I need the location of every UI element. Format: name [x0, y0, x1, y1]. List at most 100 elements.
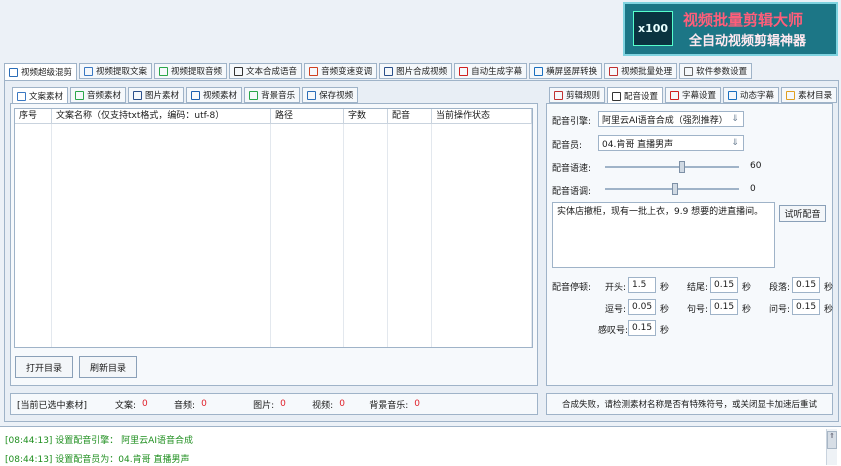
text-box-icon: [728, 90, 738, 100]
main-tab-6[interactable]: 图片合成视频: [379, 63, 453, 79]
music-icon: [249, 90, 259, 100]
pause-input[interactable]: 0.15: [792, 299, 820, 315]
pause-input[interactable]: 1.5: [628, 277, 656, 293]
pause-unit: 秒: [742, 283, 752, 293]
main-tab-label: 视频提取文案: [96, 67, 148, 77]
selected-material-status: [当前已选中素材] 文案: 0 音频: 0 图片: 0 视频: 0 背景音乐: 0: [10, 393, 538, 415]
scroll-up-icon[interactable]: ⇑: [827, 431, 837, 449]
main-tab-10[interactable]: 软件参数设置: [679, 63, 753, 79]
rotate-icon: [534, 66, 544, 76]
log-panel[interactable]: [08:44:13] 设置配音引擎： 阿里云AI语音合成 [08:44:13] …: [0, 426, 841, 466]
pitch-label: 配音语调:: [552, 187, 592, 197]
pause-input[interactable]: 0.05: [628, 299, 656, 315]
pitch-value: 0: [750, 184, 756, 194]
brand-logo: x100: [633, 11, 673, 46]
table-body: [15, 124, 532, 347]
settings-tab-1[interactable]: 剪辑规则: [549, 87, 606, 103]
waveform-icon: [159, 66, 169, 76]
error-message: 合成失败，请检测素材名称是否有特殊符号，或关闭显卡加速后重试: [546, 393, 833, 415]
col-header-index[interactable]: 序号: [15, 109, 52, 123]
pitch-slider-handle[interactable]: [672, 183, 678, 195]
main-tab-label: 视频超级混剪: [21, 68, 73, 78]
main-tab-2[interactable]: 视频提取文案: [79, 63, 153, 79]
pause-label: 结尾:: [686, 283, 708, 293]
material-tab-5[interactable]: 背景音乐: [244, 87, 301, 103]
log-line: [08:44:13] 设置配音引擎： 阿里云AI语音合成: [5, 436, 193, 446]
refresh-directory-button[interactable]: 刷新目录: [79, 356, 137, 378]
pause-input[interactable]: 0.15: [792, 277, 820, 293]
material-tab-2[interactable]: 音频素材: [70, 87, 127, 103]
chevron-down-icon[interactable]: ⇓: [727, 136, 743, 150]
pause-input[interactable]: 0.15: [710, 277, 738, 293]
film-icon: [609, 66, 619, 76]
speed-slider-handle[interactable]: [678, 161, 685, 173]
speed-slider[interactable]: [605, 161, 739, 173]
settings-tab-3[interactable]: 字幕设置: [665, 87, 722, 103]
settings-tab-label: 素材目录: [798, 91, 833, 101]
gauge-icon: [309, 66, 319, 76]
microphone-icon: [234, 66, 244, 76]
material-tab-6[interactable]: 保存视频: [302, 87, 359, 103]
material-tab-label: 保存视频: [319, 91, 354, 101]
settings-tab-4[interactable]: 动态字幕: [723, 87, 780, 103]
pitch-slider[interactable]: [605, 183, 739, 195]
main-tab-label: 自动生成字幕: [471, 67, 523, 77]
pause-label: 逗号:: [604, 305, 626, 315]
open-directory-button[interactable]: 打开目录: [15, 356, 73, 378]
col-header-voice[interactable]: 配音: [388, 109, 432, 123]
col-header-name[interactable]: 文案名称（仅支持txt格式，编码：utf-8）: [52, 109, 271, 123]
image-icon: [384, 66, 394, 76]
preview-voice-button[interactable]: 试听配音: [779, 205, 826, 222]
material-tab-label: 图片素材: [145, 91, 180, 101]
settings-tab-label: 动态字幕: [740, 91, 775, 101]
material-tab-4[interactable]: 视频素材: [186, 87, 243, 103]
main-tab-label: 横屏竖屏转换: [546, 67, 598, 77]
main-tab-3[interactable]: 视频提取音频: [154, 63, 228, 79]
col-header-wordcount[interactable]: 字数: [344, 109, 388, 123]
voice-actor-label: 配音员:: [552, 141, 583, 151]
main-tab-label: 图片合成视频: [396, 67, 448, 77]
settings-tab-label: 字幕设置: [682, 91, 717, 101]
pause-unit: 秒: [660, 305, 670, 315]
voice-text-input[interactable]: 实体店撤柜，现有一批上衣，9.9 想要的进直播间。: [552, 202, 775, 268]
pause-unit: 秒: [824, 283, 834, 293]
font-icon: [670, 90, 680, 100]
material-table[interactable]: 序号 文案名称（仅支持txt格式，编码：utf-8） 路径 字数 配音 当前操作…: [14, 108, 533, 348]
settings-tab-5[interactable]: 素材目录: [781, 87, 838, 103]
main-tab-4[interactable]: 文本合成语音: [229, 63, 303, 79]
pause-input[interactable]: 0.15: [628, 320, 656, 336]
pause-unit: 秒: [742, 305, 752, 315]
engine-select[interactable]: 阿里云AI语音合成（强烈推荐） ⇓: [598, 111, 744, 127]
image-icon: [133, 90, 143, 100]
log-line: [08:44:13] 设置配音员为：04.肯哥 直播男声: [5, 455, 190, 465]
main-tab-8[interactable]: 横屏竖屏转换: [529, 63, 603, 79]
film-icon: [554, 90, 563, 100]
chevron-down-icon[interactable]: ⇓: [727, 112, 743, 126]
main-tab-9[interactable]: 视频批量处理: [604, 63, 678, 79]
main-tab-bar: 视频超级混剪 视频提取文案 视频提取音频 文本合成语音 音频变速变调 图片合成视频 自动生成…: [4, 63, 753, 81]
brand-banner: x100 视频批量剪辑大师 全自动视频剪辑神器: [623, 2, 838, 56]
speed-label: 配音语速:: [552, 164, 592, 174]
main-tab-label: 音频变速变调: [321, 67, 373, 77]
col-header-path[interactable]: 路径: [271, 109, 344, 123]
main-tab-1[interactable]: 视频超级混剪: [4, 63, 78, 81]
status-label: [当前已选中素材]: [17, 400, 88, 411]
col-header-status[interactable]: 当前操作状态: [432, 109, 532, 123]
brand-subtitle: 全自动视频剪辑神器: [689, 34, 807, 49]
play-icon: [191, 90, 201, 100]
settings-tab-label: 剪辑规则: [566, 91, 601, 101]
main-tab-5[interactable]: 音频变速变调: [304, 63, 378, 79]
pause-input[interactable]: 0.15: [710, 299, 738, 315]
speed-value: 60: [750, 161, 762, 171]
log-scrollbar[interactable]: ⇑: [826, 429, 837, 465]
status-count-bgm: 0: [414, 399, 420, 409]
folder-icon: [786, 90, 796, 100]
pause-label: 段落:: [768, 283, 790, 293]
engine-label: 配音引擎:: [552, 117, 592, 127]
main-tab-7[interactable]: 自动生成字幕: [454, 63, 528, 79]
material-tab-3[interactable]: 图片素材: [128, 87, 185, 103]
voice-actor-select[interactable]: 04.肯哥 直播男声 ⇓: [598, 135, 744, 151]
pause-unit: 秒: [824, 305, 834, 315]
pause-label: 感叹号:: [598, 326, 629, 336]
pause-label: 开头:: [604, 283, 626, 293]
